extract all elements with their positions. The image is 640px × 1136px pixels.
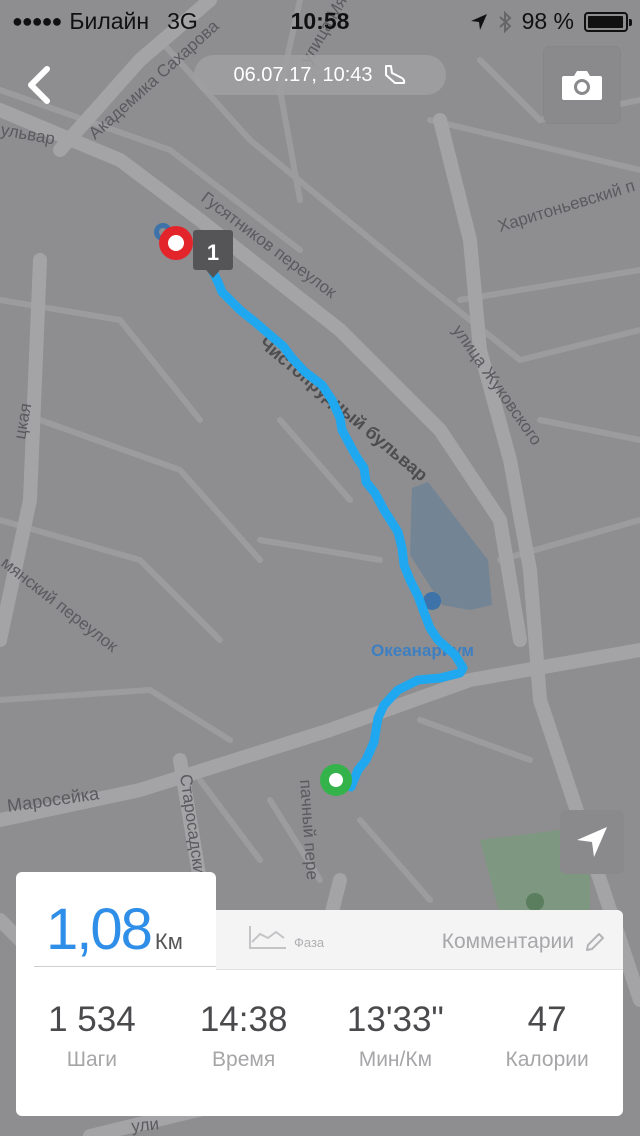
- distance-underline: [34, 966, 216, 967]
- start-marker: [320, 764, 352, 796]
- battery-percent: 98 %: [521, 8, 574, 34]
- tab-phase-label: Фаза: [294, 935, 325, 950]
- stat-calories-value: 47: [527, 1000, 567, 1039]
- lap-marker-number: 1: [207, 240, 219, 265]
- pencil-icon: [586, 933, 604, 951]
- stat-time-label: Время: [212, 1048, 276, 1071]
- distance-value: 1,08: [46, 897, 153, 962]
- chevron-left-icon: [28, 66, 50, 104]
- stat-pace-label: Мин/Км: [358, 1048, 433, 1071]
- back-button[interactable]: [14, 58, 64, 112]
- tab-phase[interactable]: Фаза: [248, 924, 324, 950]
- tab-comments[interactable]: Комментарии: [442, 930, 606, 954]
- date-label: 06.07.17, 10:43: [233, 63, 373, 86]
- locate-button[interactable]: [560, 810, 624, 874]
- camera-icon: [562, 71, 602, 100]
- stat-steps-value: 1 534: [48, 1000, 136, 1039]
- chart-area-icon: [249, 926, 286, 949]
- stat-calories-label: Калории: [505, 1048, 589, 1071]
- stat-calories: 47 Калории: [471, 1000, 623, 1072]
- street-label-ulits: ули: [130, 1114, 159, 1136]
- status-bar: ●●●●● Билайн 3G 10:58 98 %: [0, 0, 640, 40]
- bluetooth-icon: [498, 10, 512, 33]
- distance-unit: Км: [154, 929, 183, 954]
- tab-comments-label: Комментарии: [441, 930, 574, 953]
- stat-steps: 1 534 Шаги: [16, 1000, 168, 1072]
- stat-pace-value: 13'33": [346, 1000, 444, 1039]
- stat-pace: 13'33" Мин/Км: [320, 1000, 472, 1072]
- end-marker: [159, 226, 193, 260]
- distance-display: 1,08 Км: [46, 896, 183, 963]
- battery-icon: [584, 11, 632, 32]
- stat-time-value: 14:38: [199, 1000, 288, 1039]
- stat-steps-label: Шаги: [66, 1048, 118, 1071]
- location-arrow-icon: [470, 13, 487, 30]
- stat-time: 14:38 Время: [168, 1000, 320, 1072]
- shoe-icon: [384, 65, 405, 84]
- date-pill[interactable]: 06.07.17, 10:43: [194, 55, 446, 95]
- camera-button[interactable]: [544, 47, 620, 123]
- stats-row: 1 534 Шаги 14:38 Время 13'33" Мин/Км 47 …: [16, 1000, 623, 1072]
- navigation-arrow-icon: [577, 827, 607, 857]
